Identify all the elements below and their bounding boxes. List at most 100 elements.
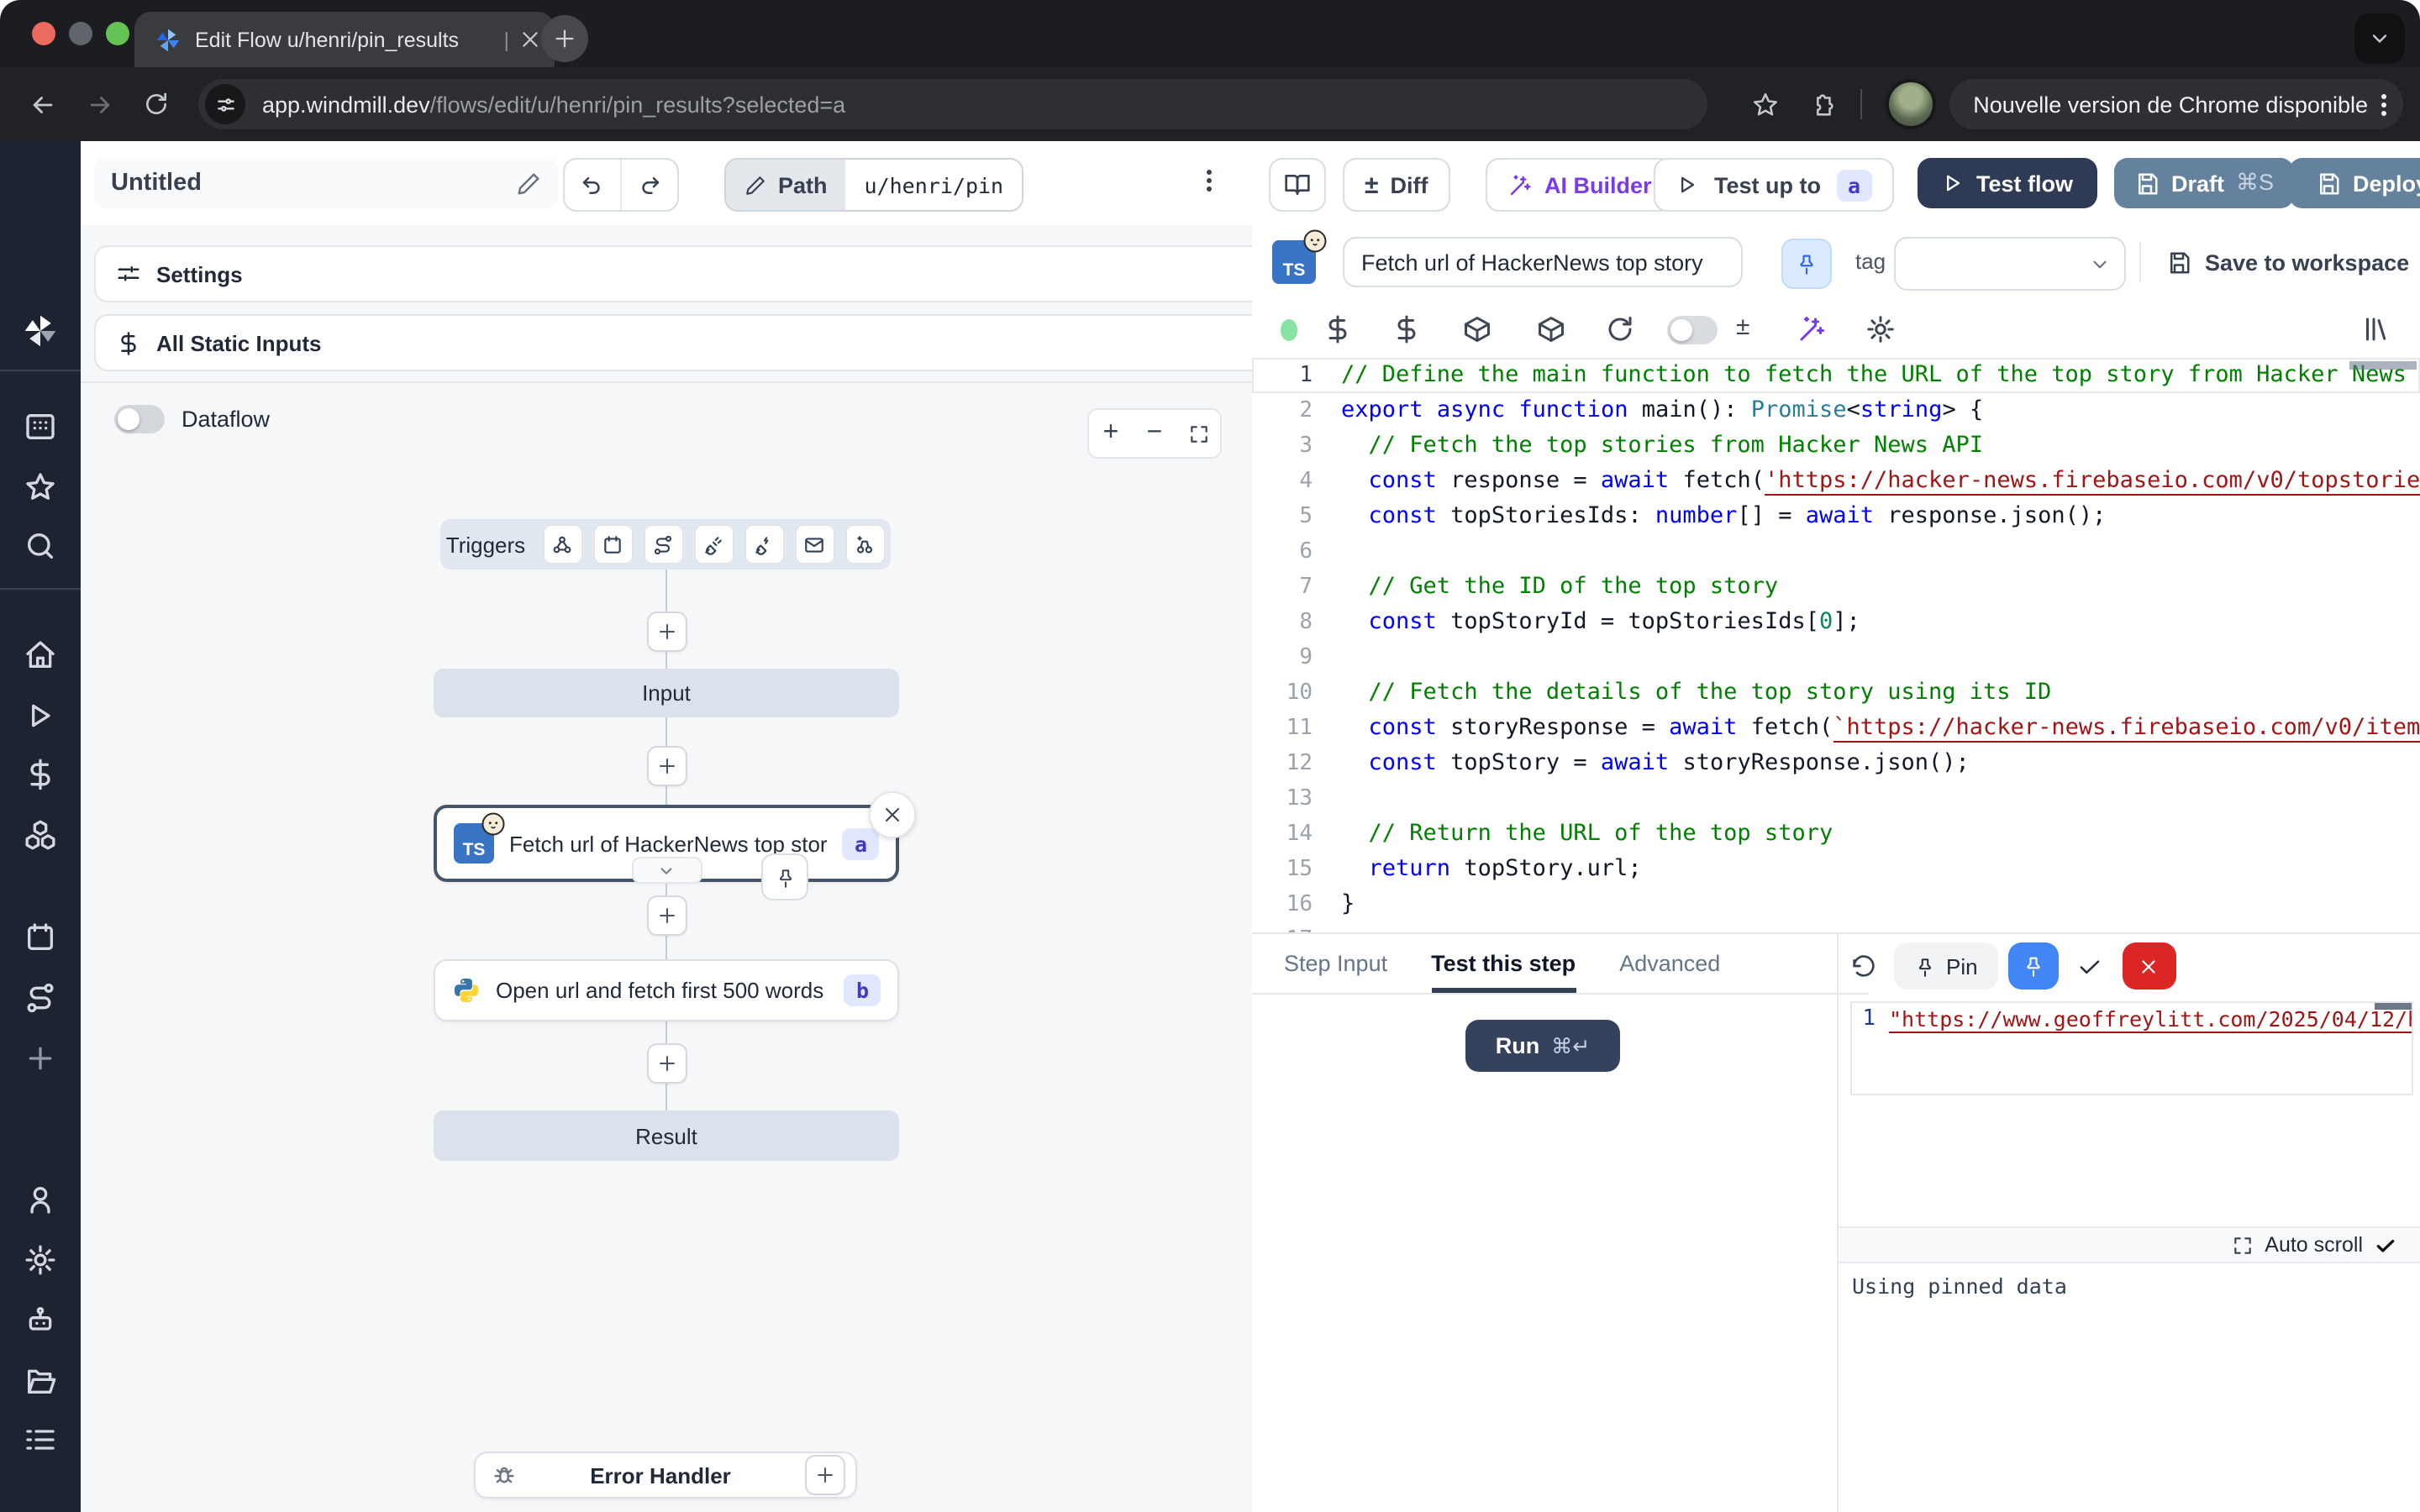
check-icon[interactable]	[2375, 1234, 2396, 1256]
code-editor[interactable]: 1// Define the main function to fetch th…	[1252, 358, 2420, 932]
webhook-trigger-icon[interactable]	[542, 524, 582, 564]
email-trigger-icon[interactable]	[794, 524, 834, 564]
code-line[interactable]: 17	[1252, 922, 2420, 932]
forward-button[interactable]	[71, 76, 128, 133]
audit-logs-icon[interactable]	[24, 1423, 57, 1457]
poll-trigger-icon[interactable]	[844, 524, 885, 564]
test-up-to-button[interactable]: Test up to a	[1654, 158, 1894, 212]
code-line[interactable]: 15 return topStory.url;	[1252, 852, 2420, 887]
undo-button[interactable]	[565, 160, 622, 210]
save-to-workspace-button[interactable]: Save to workspace	[2166, 237, 2409, 287]
editor-scrollbar[interactable]	[2375, 1003, 2412, 1010]
expand-step-button[interactable]	[631, 857, 702, 884]
step-b-node[interactable]: Open url and fetch first 500 words of ..…	[434, 959, 899, 1021]
insert-step-button[interactable]	[647, 746, 687, 786]
diff-icon[interactable]: ±	[1736, 312, 1749, 341]
chrome-update-button[interactable]: Nouvelle version de Chrome disponible	[1949, 79, 2403, 129]
schedule-trigger-icon[interactable]	[592, 524, 633, 564]
tab-advanced[interactable]: Advanced	[1619, 934, 1720, 993]
history-icon[interactable]	[1850, 953, 1877, 979]
path-value[interactable]: u/henri/pin	[846, 160, 1023, 210]
insert-step-button[interactable]	[647, 1043, 687, 1084]
pencil-icon[interactable]	[516, 171, 541, 196]
pin-step-button[interactable]	[1781, 239, 1832, 289]
code-line[interactable]: 1"https://www.geoffreylitt.com/2025/04/1…	[1852, 1003, 2412, 1037]
window-minimize-button[interactable]	[69, 22, 92, 45]
users-icon[interactable]	[24, 1183, 57, 1216]
flow-graph-canvas[interactable]: Dataflow + − Triggers	[81, 381, 1252, 1512]
window-close-button[interactable]	[32, 22, 55, 45]
fullscreen-button[interactable]	[1176, 410, 1220, 457]
tab-search-button[interactable]	[2354, 13, 2405, 64]
docs-button[interactable]	[1269, 158, 1326, 212]
confirm-pin-button[interactable]	[2069, 942, 2112, 990]
home-icon[interactable]	[24, 638, 57, 672]
insert-step-button[interactable]	[647, 612, 687, 652]
pinned-active-button[interactable]	[2008, 942, 2059, 990]
code-line[interactable]: 5 const topStoriesIds: number[] = await …	[1252, 499, 2420, 534]
url-bar[interactable]: app.windmill.dev/flows/edit/u/henri/pin_…	[198, 79, 1707, 129]
search-icon[interactable]	[24, 529, 57, 563]
diff-button[interactable]: ± Diff	[1343, 158, 1449, 212]
code-line[interactable]: 14 // Return the URL of the top story	[1252, 816, 2420, 852]
code-line[interactable]: 6	[1252, 534, 2420, 570]
site-info-icon[interactable]	[205, 84, 245, 124]
ai-builder-button[interactable]: AI Builder	[1486, 158, 1674, 212]
zoom-in-button[interactable]: +	[1089, 410, 1133, 457]
dataflow-toggle[interactable]	[114, 405, 165, 433]
pin-button[interactable]: Pin	[1894, 942, 1998, 990]
delete-step-button[interactable]	[869, 791, 916, 838]
variables-dollar-icon[interactable]	[24, 758, 57, 791]
zoom-out-button[interactable]: −	[1133, 410, 1176, 457]
step-title-input[interactable]	[1343, 237, 1743, 287]
browser-tab[interactable]: Edit Flow u/henri/pin_results |	[134, 12, 555, 67]
pinned-data-editor[interactable]: 1"https://www.geoffreylitt.com/2025/04/1…	[1850, 1001, 2413, 1095]
editor-toggle[interactable]	[1667, 316, 1718, 344]
redo-button[interactable]	[622, 160, 677, 210]
all-static-inputs-button[interactable]: All Static Inputs	[94, 314, 1277, 371]
error-handler-node[interactable]: Error Handler	[474, 1452, 857, 1499]
editor-scrollbar[interactable]	[2349, 361, 2417, 370]
runs-play-icon[interactable]	[24, 699, 57, 732]
routes-icon[interactable]	[24, 981, 57, 1015]
tab-test-this-step[interactable]: Test this step	[1431, 934, 1576, 993]
insert-step-button[interactable]	[647, 895, 687, 936]
extensions-button[interactable]	[1793, 76, 1850, 133]
library-icon[interactable]	[2361, 314, 2391, 344]
step-a-node[interactable]: TS Fetch url of HackerNews top story a	[434, 805, 899, 882]
code-line[interactable]: 3 // Fetch the top stories from Hacker N…	[1252, 428, 2420, 464]
reload-button[interactable]	[128, 76, 185, 133]
input-node[interactable]: Input	[434, 669, 899, 717]
test-flow-button[interactable]: Test flow	[1918, 158, 2096, 208]
package-icon[interactable]	[1536, 314, 1566, 344]
pinned-data-indicator[interactable]	[761, 853, 808, 900]
back-button[interactable]	[13, 76, 71, 133]
code-line[interactable]: 7 // Get the ID of the top story	[1252, 570, 2420, 605]
code-line[interactable]: 16}	[1252, 887, 2420, 922]
profile-avatar[interactable]	[1886, 79, 1936, 129]
code-line[interactable]: 4 const response = await fetch('https://…	[1252, 464, 2420, 499]
bookmark-star-button[interactable]	[1736, 76, 1793, 133]
tag-select[interactable]	[1894, 237, 2126, 291]
tab-close-icon[interactable]	[519, 29, 541, 50]
code-line[interactable]: 8 const topStoryId = topStoriesIds[0];	[1252, 605, 2420, 640]
favorites-star-icon[interactable]	[24, 470, 57, 504]
editor-settings-icon[interactable]	[1865, 314, 1896, 344]
ai-assistant-icon[interactable]	[1797, 314, 1827, 344]
websocket-trigger-icon[interactable]	[693, 524, 734, 564]
result-node[interactable]: Result	[434, 1110, 899, 1161]
more-options-button[interactable]	[1207, 170, 1212, 192]
chrome-menu-icon[interactable]	[2381, 93, 2386, 115]
code-line[interactable]: 9	[1252, 640, 2420, 675]
windmill-logo[interactable]	[22, 312, 59, 349]
run-button[interactable]: Run ⌘↵	[1465, 1020, 1620, 1072]
code-line[interactable]: 1// Define the main function to fetch th…	[1252, 358, 2420, 393]
add-resource-icon[interactable]	[1392, 314, 1422, 344]
triggers-node[interactable]: Triggers	[440, 519, 891, 570]
resources-boxes-icon[interactable]	[24, 818, 57, 852]
tab-step-input[interactable]: Step Input	[1284, 934, 1387, 993]
draft-button[interactable]: Draft ⌘S	[2114, 158, 2294, 208]
add-variable-icon[interactable]	[1323, 314, 1353, 344]
add-error-handler-button[interactable]	[805, 1455, 845, 1495]
http-route-trigger-icon[interactable]	[643, 524, 683, 564]
